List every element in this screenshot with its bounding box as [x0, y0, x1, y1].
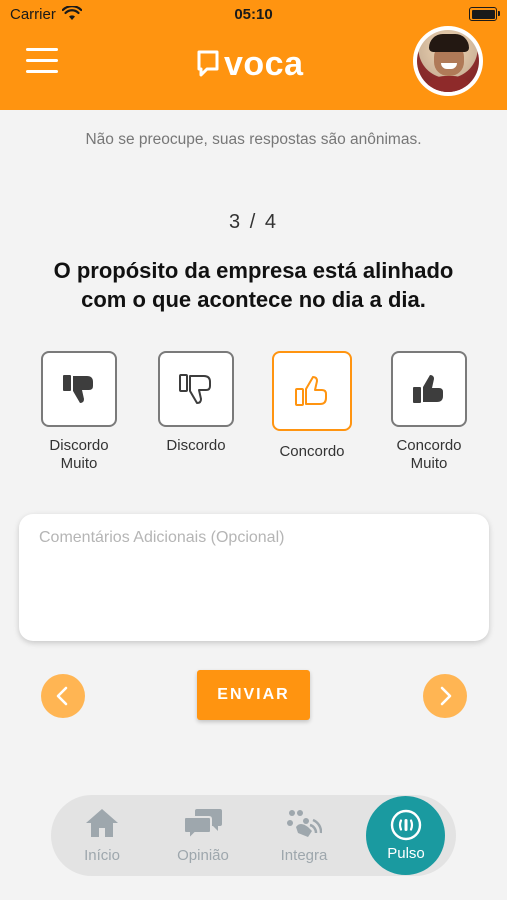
- tab-pulso[interactable]: Pulso: [361, 795, 451, 876]
- thumbs-up-filled-icon: [413, 375, 443, 403]
- option-label: Concordo: [279, 443, 345, 460]
- anonymity-notice: Não se preocupe, suas respostas são anôn…: [85, 131, 422, 148]
- comment-box: [19, 514, 489, 641]
- option-box[interactable]: [41, 351, 117, 427]
- tab-label: Início: [84, 847, 120, 864]
- tab-opiniao[interactable]: Opinião: [158, 795, 248, 876]
- tab-inicio[interactable]: Início: [57, 795, 147, 876]
- pulse-icon: [390, 809, 422, 841]
- tab-label: Opinião: [177, 847, 229, 864]
- thumbs-up-outline-icon: [295, 376, 327, 406]
- battery-icon: [469, 7, 500, 21]
- clock: 05:10: [234, 6, 273, 23]
- voca-logo: voca: [196, 44, 304, 84]
- speech-bubble-icon: [197, 50, 219, 77]
- chat-bubbles-icon: [183, 809, 222, 841]
- avatar[interactable]: [413, 26, 483, 96]
- thumbs-down-filled-icon: [63, 375, 93, 403]
- question-text: O propósito da empresa está alinhado com…: [53, 258, 454, 312]
- option-discordo-muito[interactable]: Discordo Muito: [29, 351, 129, 473]
- tab-label: Integra: [280, 847, 328, 864]
- option-label: Muito: [410, 455, 448, 472]
- hamburger-icon[interactable]: [26, 48, 62, 78]
- status-bar: Carrier 05:10: [0, 0, 507, 30]
- logo-text: voca: [224, 45, 304, 83]
- thumbs-down-outline-icon: [179, 374, 211, 404]
- option-label: Discordo: [166, 437, 226, 454]
- previous-button[interactable]: [41, 674, 85, 718]
- option-discordo[interactable]: Discordo: [146, 351, 246, 455]
- option-box[interactable]: [391, 351, 467, 427]
- home-icon: [86, 809, 118, 837]
- chevron-right-icon: [440, 686, 452, 706]
- next-button[interactable]: [423, 674, 467, 718]
- option-label: Muito: [60, 455, 98, 472]
- tab-bar: Início Opinião Integra Pulso: [51, 795, 456, 876]
- integra-icon: [287, 810, 322, 837]
- tab-label: Pulso: [387, 845, 425, 862]
- option-label: Concordo: [396, 437, 462, 454]
- option-label: Discordo: [49, 437, 109, 454]
- chevron-left-icon: [56, 686, 68, 706]
- option-concordo-muito[interactable]: Concordo Muito: [379, 351, 479, 473]
- send-button[interactable]: ENVIAR: [197, 670, 310, 720]
- option-box[interactable]: [158, 351, 234, 427]
- option-box[interactable]: [272, 351, 352, 431]
- question-progress: 3 / 4: [229, 211, 278, 233]
- comment-input[interactable]: [19, 514, 489, 641]
- option-concordo[interactable]: Concordo: [262, 351, 362, 461]
- tab-integra[interactable]: Integra: [259, 795, 349, 876]
- answer-options: Discordo Muito Discordo Concordo Concord…: [0, 351, 507, 481]
- app-header: voca: [0, 26, 507, 110]
